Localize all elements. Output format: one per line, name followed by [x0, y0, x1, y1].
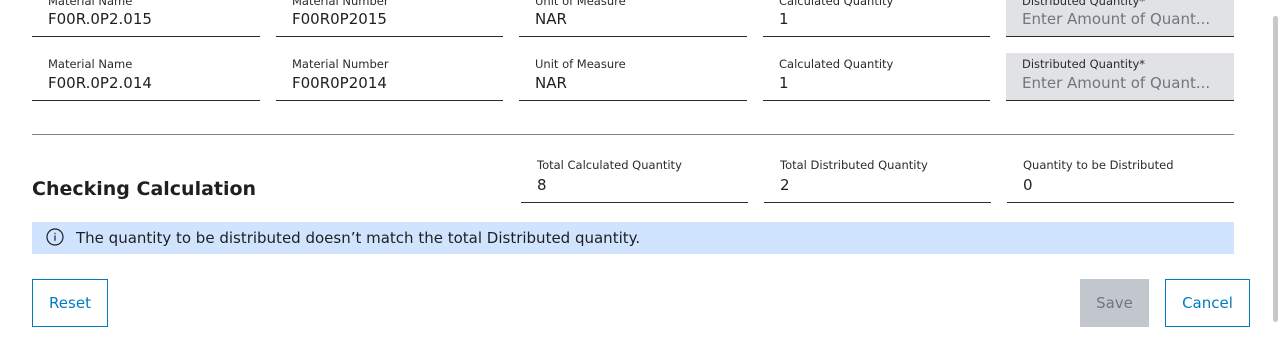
- quantity-to-be-distributed-label: Quantity to be Distributed: [1023, 158, 1174, 172]
- total-calculated-quantity-label: Total Calculated Quantity: [537, 158, 682, 172]
- distributed-quantity-input[interactable]: Distributed Quantity* Enter Amount of Qu…: [1006, 0, 1234, 37]
- checking-calculation-title: Checking Calculation: [32, 178, 257, 200]
- section-divider: [32, 134, 1234, 135]
- uom-value: NAR: [535, 10, 567, 28]
- total-distributed-quantity-label: Total Distributed Quantity: [780, 158, 928, 172]
- uom-label: Unit of Measure: [535, 57, 626, 71]
- distributed-quantity-input[interactable]: Distributed Quantity* Enter Amount of Qu…: [1006, 53, 1234, 101]
- calculated-quantity-field: Calculated Quantity 1: [763, 53, 990, 101]
- vertical-scrollbar[interactable]: [1273, 16, 1278, 322]
- total-distributed-quantity-field: Total Distributed Quantity 2: [764, 155, 991, 203]
- cancel-button[interactable]: Cancel: [1165, 279, 1250, 327]
- uom-field: Unit of Measure NAR: [519, 0, 747, 37]
- material-number-value: F00R0P2015: [292, 10, 387, 28]
- info-notification-text: The quantity to be distributed doesn’t m…: [76, 229, 641, 247]
- material-number-label: Material Number: [292, 57, 389, 71]
- info-notification: The quantity to be distributed doesn’t m…: [32, 222, 1234, 254]
- info-icon: [46, 228, 64, 246]
- reset-button[interactable]: Reset: [32, 279, 108, 327]
- distributed-quantity-placeholder[interactable]: Enter Amount of Quant...: [1022, 74, 1222, 92]
- total-calculated-quantity-value: 8: [537, 176, 547, 194]
- material-name-value: F00R.0P2.014: [48, 74, 152, 92]
- quantity-to-be-distributed-value: 0: [1023, 176, 1033, 194]
- total-calculated-quantity-field: Total Calculated Quantity 8: [521, 155, 748, 203]
- calculated-quantity-label: Calculated Quantity: [779, 57, 894, 71]
- material-number-field: Material Number F00R0P2015: [276, 0, 503, 37]
- distributed-quantity-placeholder[interactable]: Enter Amount of Quant...: [1022, 10, 1222, 28]
- material-number-value: F00R0P2014: [292, 74, 387, 92]
- material-name-label: Material Name: [48, 57, 133, 71]
- material-name-value: F00R.0P2.015: [48, 10, 152, 28]
- save-button[interactable]: Save: [1080, 279, 1149, 327]
- uom-label: Unit of Measure: [535, 0, 626, 8]
- calculated-quantity-value: 1: [779, 74, 789, 92]
- uom-field: Unit of Measure NAR: [519, 53, 747, 101]
- material-name-field: Material Name F00R.0P2.014: [32, 53, 260, 101]
- material-number-field: Material Number F00R0P2014: [276, 53, 503, 101]
- calculated-quantity-value: 1: [779, 10, 789, 28]
- calculated-quantity-label: Calculated Quantity: [779, 0, 894, 8]
- uom-value: NAR: [535, 74, 567, 92]
- material-number-label: Material Number: [292, 0, 389, 8]
- calculated-quantity-field: Calculated Quantity 1: [763, 0, 990, 37]
- quantity-to-be-distributed-field: Quantity to be Distributed 0: [1007, 155, 1234, 203]
- total-distributed-quantity-value: 2: [780, 176, 790, 194]
- material-name-field: Material Name F00R.0P2.015: [32, 0, 260, 37]
- distributed-quantity-label: Distributed Quantity*: [1022, 0, 1146, 8]
- material-name-label: Material Name: [48, 0, 133, 8]
- distributed-quantity-label: Distributed Quantity*: [1022, 57, 1146, 71]
